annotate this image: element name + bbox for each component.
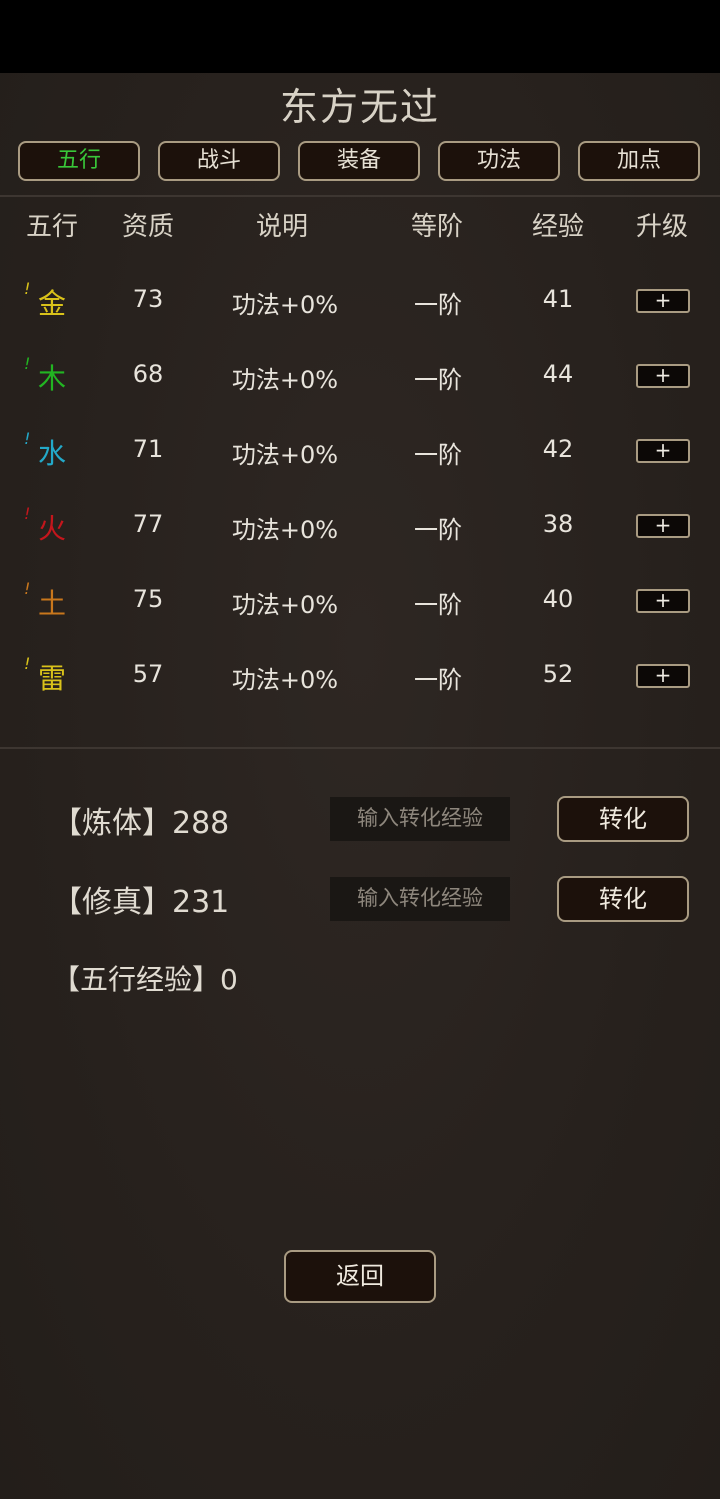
element-name: 木 xyxy=(37,362,66,395)
table-row-fire: ! 火 77 功法+0% 一阶 38 + xyxy=(0,504,720,585)
upgrade-button[interactable]: + xyxy=(636,514,690,538)
description-value: 功法+0% xyxy=(231,291,339,319)
description-value: 功法+0% xyxy=(231,666,339,694)
aptitude-value: 68 xyxy=(132,360,164,388)
cultivation-input[interactable] xyxy=(330,877,510,921)
aptitude-value: 73 xyxy=(132,285,164,313)
experience-value: 38 xyxy=(542,510,574,538)
header-upgrade: 升级 xyxy=(635,212,688,242)
body-refining-label: 【炼体】288 xyxy=(52,806,230,841)
element-name: 金 xyxy=(37,287,66,320)
tab-equipment[interactable]: 装备 xyxy=(298,141,420,181)
upgrade-button[interactable]: + xyxy=(636,664,690,688)
experience-value: 40 xyxy=(542,585,574,613)
tab-points[interactable]: 加点 xyxy=(578,141,700,181)
experience-value: 42 xyxy=(542,435,574,463)
divider-top xyxy=(0,195,720,197)
body-refining-convert-button[interactable]: 转化 xyxy=(557,796,689,842)
cultivation-label: 【修真】231 xyxy=(52,885,230,920)
tab-skills[interactable]: 功法 xyxy=(438,141,560,181)
header-aptitude: 资质 xyxy=(121,212,174,242)
element-name: 水 xyxy=(37,437,66,470)
rank-value: 一阶 xyxy=(414,291,462,319)
upgrade-button[interactable]: + xyxy=(636,439,690,463)
description-value: 功法+0% xyxy=(231,366,339,394)
header-rank: 等阶 xyxy=(410,212,463,242)
table-row-water: ! 水 71 功法+0% 一阶 42 + xyxy=(0,429,720,510)
rank-value: 一阶 xyxy=(414,366,462,394)
experience-value: 52 xyxy=(542,660,574,688)
rank-value: 一阶 xyxy=(414,666,462,694)
divider-middle xyxy=(0,747,720,749)
character-name: 东方无过 xyxy=(279,85,440,129)
upgrade-button[interactable]: + xyxy=(636,364,690,388)
tab-bar: 五行 战斗 装备 功法 加点 xyxy=(18,141,702,183)
element-name: 火 xyxy=(37,512,66,545)
description-value: 功法+0% xyxy=(231,591,339,619)
cultivation-convert-button[interactable]: 转化 xyxy=(557,876,689,922)
tab-battle[interactable]: 战斗 xyxy=(158,141,280,181)
element-name: 雷 xyxy=(37,662,66,695)
status-bar xyxy=(0,0,720,73)
five-elements-exp-label: 【五行经验】0 xyxy=(52,963,238,996)
back-button[interactable]: 返回 xyxy=(284,1250,436,1303)
upgrade-button[interactable]: + xyxy=(636,289,690,313)
aptitude-value: 75 xyxy=(132,585,164,613)
element-name: 土 xyxy=(37,587,66,620)
table-row-wood: ! 木 68 功法+0% 一阶 44 + xyxy=(0,354,720,435)
aptitude-value: 71 xyxy=(132,435,164,463)
body-refining-input[interactable] xyxy=(330,797,510,841)
rank-value: 一阶 xyxy=(414,441,462,469)
upgrade-button[interactable]: + xyxy=(636,589,690,613)
aptitude-value: 57 xyxy=(132,660,164,688)
tab-wuxing[interactable]: 五行 xyxy=(18,141,140,181)
experience-value: 44 xyxy=(542,360,574,388)
rank-value: 一阶 xyxy=(414,591,462,619)
description-value: 功法+0% xyxy=(231,516,339,544)
header-experience: 经验 xyxy=(531,212,584,242)
rank-value: 一阶 xyxy=(414,516,462,544)
aptitude-value: 77 xyxy=(132,510,164,538)
header-element: 五行 xyxy=(25,212,78,242)
table-row-thunder: ! 雷 57 功法+0% 一阶 52 + xyxy=(0,654,720,735)
table-row-metal: ! 金 73 功法+0% 一阶 41 + xyxy=(0,279,720,360)
header-description: 说明 xyxy=(255,212,308,242)
table-row-earth: ! 土 75 功法+0% 一阶 40 + xyxy=(0,579,720,660)
description-value: 功法+0% xyxy=(231,441,339,469)
experience-value: 41 xyxy=(542,285,574,313)
